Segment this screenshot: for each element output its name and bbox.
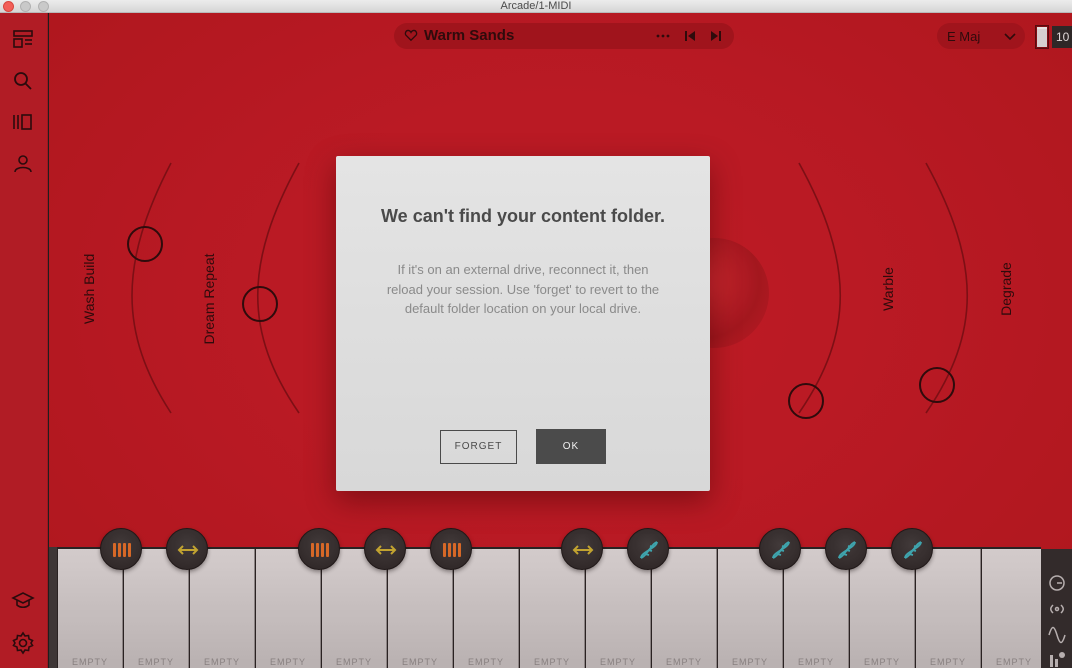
user-icon[interactable] [11,152,35,176]
dialog-message: If it's on an external drive, reconnect … [386,262,660,316]
sidebar [0,13,48,668]
layout-icon[interactable] [11,27,35,51]
missing-content-dialog: We can't find your content folder. If it… [336,156,710,491]
search-icon[interactable] [11,69,35,93]
forget-button[interactable]: FORGET [440,430,517,464]
settings-icon[interactable] [11,631,35,655]
dialog-title: We can't find your content folder. [381,206,665,226]
learn-icon[interactable] [11,589,35,613]
ok-button[interactable]: OK [536,429,606,464]
window-title: Arcade/1-MIDI [500,0,572,12]
title-bar: Arcade/1-MIDI [0,0,1072,13]
library-icon[interactable] [11,110,35,134]
